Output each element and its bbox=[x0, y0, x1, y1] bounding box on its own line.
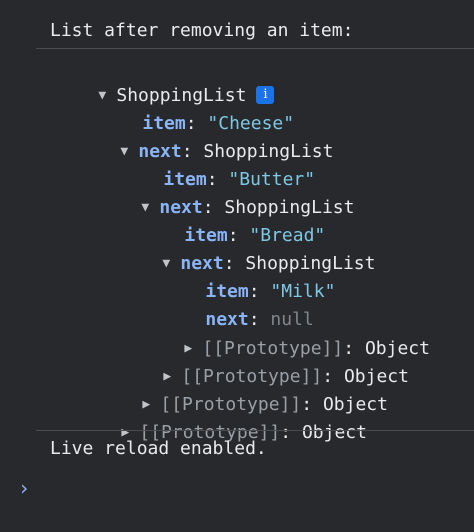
tree-next-null-row: next: null bbox=[162, 284, 313, 330]
tree-prototype-row[interactable]: [[Prototype]]: Object bbox=[99, 369, 388, 415]
tree-next-row[interactable]: next: ShoppingList bbox=[77, 116, 333, 162]
tree-item-row: item: "Milk" bbox=[162, 256, 335, 302]
tree-prototype-row[interactable]: [[Prototype]]: Object bbox=[141, 313, 430, 359]
separator bbox=[36, 430, 474, 431]
prototype-value: Object bbox=[301, 422, 367, 443]
tree-root-row[interactable]: ShoppingListi bbox=[55, 60, 275, 106]
tree-next-row[interactable]: next: ShoppingList bbox=[119, 228, 375, 274]
tree-item-row: item: "Bread" bbox=[141, 200, 325, 246]
tree-item-row: item: "Cheese" bbox=[99, 88, 294, 134]
tree-next-row[interactable]: next: ShoppingList bbox=[98, 172, 354, 218]
tree-prototype-row[interactable]: [[Prototype]]: Object bbox=[78, 397, 367, 443]
tree-item-row: item: "Butter" bbox=[120, 144, 315, 190]
live-reload-message: Live reload enabled. bbox=[50, 438, 267, 459]
separator bbox=[36, 48, 474, 49]
console-log-message: List after removing an item: bbox=[50, 20, 354, 41]
colon: : bbox=[280, 422, 292, 443]
console-prompt-icon[interactable]: › bbox=[18, 476, 30, 500]
tree-prototype-row[interactable]: [[Prototype]]: Object bbox=[120, 341, 409, 387]
